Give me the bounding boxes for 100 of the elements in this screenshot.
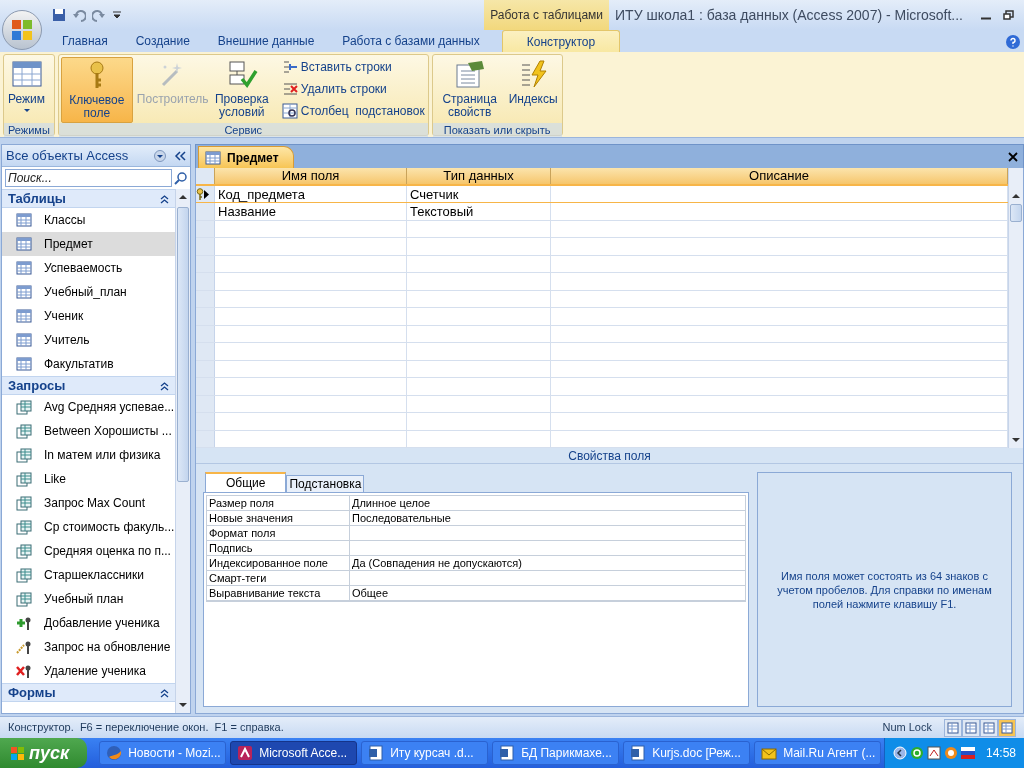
nav-item[interactable]: Успеваемость bbox=[2, 256, 175, 280]
scrollbar-thumb[interactable] bbox=[177, 207, 189, 482]
ribbon-tab[interactable]: Конструктор bbox=[501, 30, 621, 52]
column-header[interactable]: Тип данных bbox=[407, 168, 551, 184]
view-button[interactable] bbox=[944, 718, 962, 737]
search-field[interactable]: Поиск... bbox=[5, 169, 172, 187]
table-row[interactable] bbox=[196, 378, 1008, 396]
ribbon-button[interactable]: Режим bbox=[6, 57, 47, 123]
table-cell[interactable]: Счетчик bbox=[407, 186, 551, 202]
nav-item[interactable]: Учебный план bbox=[2, 587, 175, 611]
table-cell[interactable]: Код_предмета bbox=[215, 186, 407, 202]
scrollbar[interactable] bbox=[175, 189, 190, 713]
nav-item[interactable]: Старшеклассники bbox=[2, 563, 175, 587]
ribbon-button[interactable]: Вставить строки bbox=[280, 57, 426, 77]
taskbar-button[interactable]: Microsoft Acce... bbox=[230, 741, 358, 765]
scrollbar[interactable] bbox=[1008, 168, 1023, 448]
undo-icon bbox=[72, 8, 86, 22]
nav-item[interactable]: Ученик bbox=[2, 304, 175, 328]
taskbar-button[interactable]: Mail.Ru Агент (... bbox=[754, 741, 882, 765]
property-value[interactable]: Да (Совпадения не допускаются) bbox=[350, 556, 745, 570]
ribbon-button[interactable]: Удалить строки bbox=[280, 79, 426, 99]
group-header[interactable]: Запросы bbox=[2, 376, 175, 395]
ribbon-tab[interactable]: Создание bbox=[121, 30, 204, 52]
collapse-pane-icon bbox=[174, 149, 186, 162]
nav-item[interactable]: In матем или физика bbox=[2, 443, 175, 467]
nav-item[interactable]: Факультатив bbox=[2, 352, 175, 376]
property-value[interactable]: Длинное целое bbox=[350, 496, 745, 510]
table-row[interactable] bbox=[196, 395, 1008, 414]
help-icon bbox=[1008, 37, 1018, 47]
nav-item[interactable]: Добавление ученика bbox=[2, 611, 175, 635]
collapse-icon bbox=[160, 687, 169, 698]
nav-item[interactable]: Предмет bbox=[2, 232, 175, 256]
ribbon-tab[interactable]: Работа с базами данных bbox=[328, 30, 494, 52]
document-tab[interactable]: Предмет bbox=[198, 146, 294, 168]
nav-item[interactable]: Between Хорошисты ... bbox=[2, 419, 175, 443]
table-row[interactable]: Код_предмета Счетчик bbox=[196, 184, 1008, 203]
table-row[interactable] bbox=[196, 413, 1008, 431]
property-tab[interactable]: Общие bbox=[205, 472, 287, 492]
minimize-icon bbox=[981, 16, 991, 20]
ribbon-button[interactable]: Страница свойств bbox=[434, 57, 505, 123]
insert-rows-icon bbox=[281, 59, 298, 75]
customize-toolbar-icon bbox=[112, 10, 122, 20]
column-header[interactable]: Имя поля bbox=[215, 168, 407, 184]
view-button[interactable] bbox=[980, 718, 998, 737]
table-cell[interactable]: Название bbox=[215, 203, 407, 220]
nav-item[interactable]: Учебный_план bbox=[2, 280, 175, 304]
property-value[interactable]: Последовательные bbox=[350, 511, 745, 525]
nav-item[interactable]: Учитель bbox=[2, 328, 175, 352]
ribbon-tab[interactable]: Главная bbox=[48, 30, 122, 52]
table-row[interactable] bbox=[196, 255, 1008, 274]
taskbar-button[interactable]: Иту курсач .d... bbox=[361, 741, 489, 765]
ribbon-button[interactable]: Столбец подстановок bbox=[280, 101, 426, 121]
table-row[interactable] bbox=[196, 308, 1008, 326]
nav-item[interactable]: Удаление ученика bbox=[2, 659, 175, 683]
property-name: Выравнивание текста bbox=[207, 586, 350, 600]
pivot-chart-icon bbox=[983, 721, 995, 734]
nav-item[interactable]: Avg Средняя успевае... bbox=[2, 395, 175, 419]
group-title: Формы bbox=[8, 683, 57, 702]
table-row[interactable] bbox=[196, 273, 1008, 291]
group-title: Таблицы bbox=[8, 189, 67, 208]
view-button[interactable] bbox=[962, 718, 980, 737]
property-tab[interactable]: Подстановка bbox=[286, 475, 365, 492]
nav-item[interactable]: Ср стоимость факуль... bbox=[2, 515, 175, 539]
table-row[interactable]: Название Текстовый bbox=[196, 203, 1008, 221]
tray-expand-icon bbox=[892, 746, 907, 760]
document-icon bbox=[499, 745, 516, 761]
nav-item[interactable]: Запрос Max Count bbox=[2, 491, 175, 515]
table-row[interactable] bbox=[196, 343, 1008, 361]
taskbar-button[interactable]: БД Парикмахе... bbox=[492, 741, 620, 765]
close-icon bbox=[1008, 152, 1018, 162]
table-row[interactable] bbox=[196, 290, 1008, 309]
table-view-icon bbox=[9, 59, 44, 89]
table-row[interactable] bbox=[196, 238, 1008, 256]
nav-item[interactable]: Like bbox=[2, 467, 175, 491]
nav-item[interactable]: Запрос на обновление bbox=[2, 635, 175, 659]
start-button[interactable]: пуск bbox=[0, 738, 88, 768]
table-row[interactable] bbox=[196, 325, 1008, 344]
table-row[interactable] bbox=[196, 221, 1008, 239]
ribbon-tab[interactable]: Внешние данные bbox=[203, 30, 329, 52]
group-header[interactable]: Формы bbox=[2, 683, 175, 702]
nav-item[interactable]: Классы bbox=[2, 208, 175, 232]
nav-item[interactable]: Средняя оценка по п... bbox=[2, 539, 175, 563]
ribbon-button[interactable]: Индексы bbox=[506, 57, 560, 123]
property-name: Смарт-теги bbox=[207, 571, 350, 585]
taskbar-button[interactable]: Новости - Mozi... bbox=[99, 741, 227, 765]
table-row[interactable] bbox=[196, 360, 1008, 379]
scrollbar-thumb[interactable] bbox=[1010, 204, 1022, 222]
help-button[interactable] bbox=[1006, 35, 1020, 49]
status-text: Конструктор. F6 = переключение окон. F1 = справка. bbox=[8, 720, 285, 736]
query-icon bbox=[16, 543, 32, 559]
taskbar-button[interactable]: Kurjs.doc [Реж... bbox=[623, 741, 751, 765]
view-button[interactable] bbox=[998, 718, 1016, 737]
office-button[interactable] bbox=[2, 10, 42, 50]
query-icon bbox=[16, 567, 32, 583]
row-selector[interactable] bbox=[196, 186, 215, 202]
group-header[interactable]: Таблицы bbox=[2, 189, 175, 208]
ribbon-button[interactable]: Ключевое поле bbox=[60, 57, 133, 123]
property-name: Формат поля bbox=[207, 526, 350, 540]
property-value[interactable]: Общее bbox=[350, 586, 745, 600]
table-cell[interactable]: Текстовый bbox=[407, 203, 551, 220]
